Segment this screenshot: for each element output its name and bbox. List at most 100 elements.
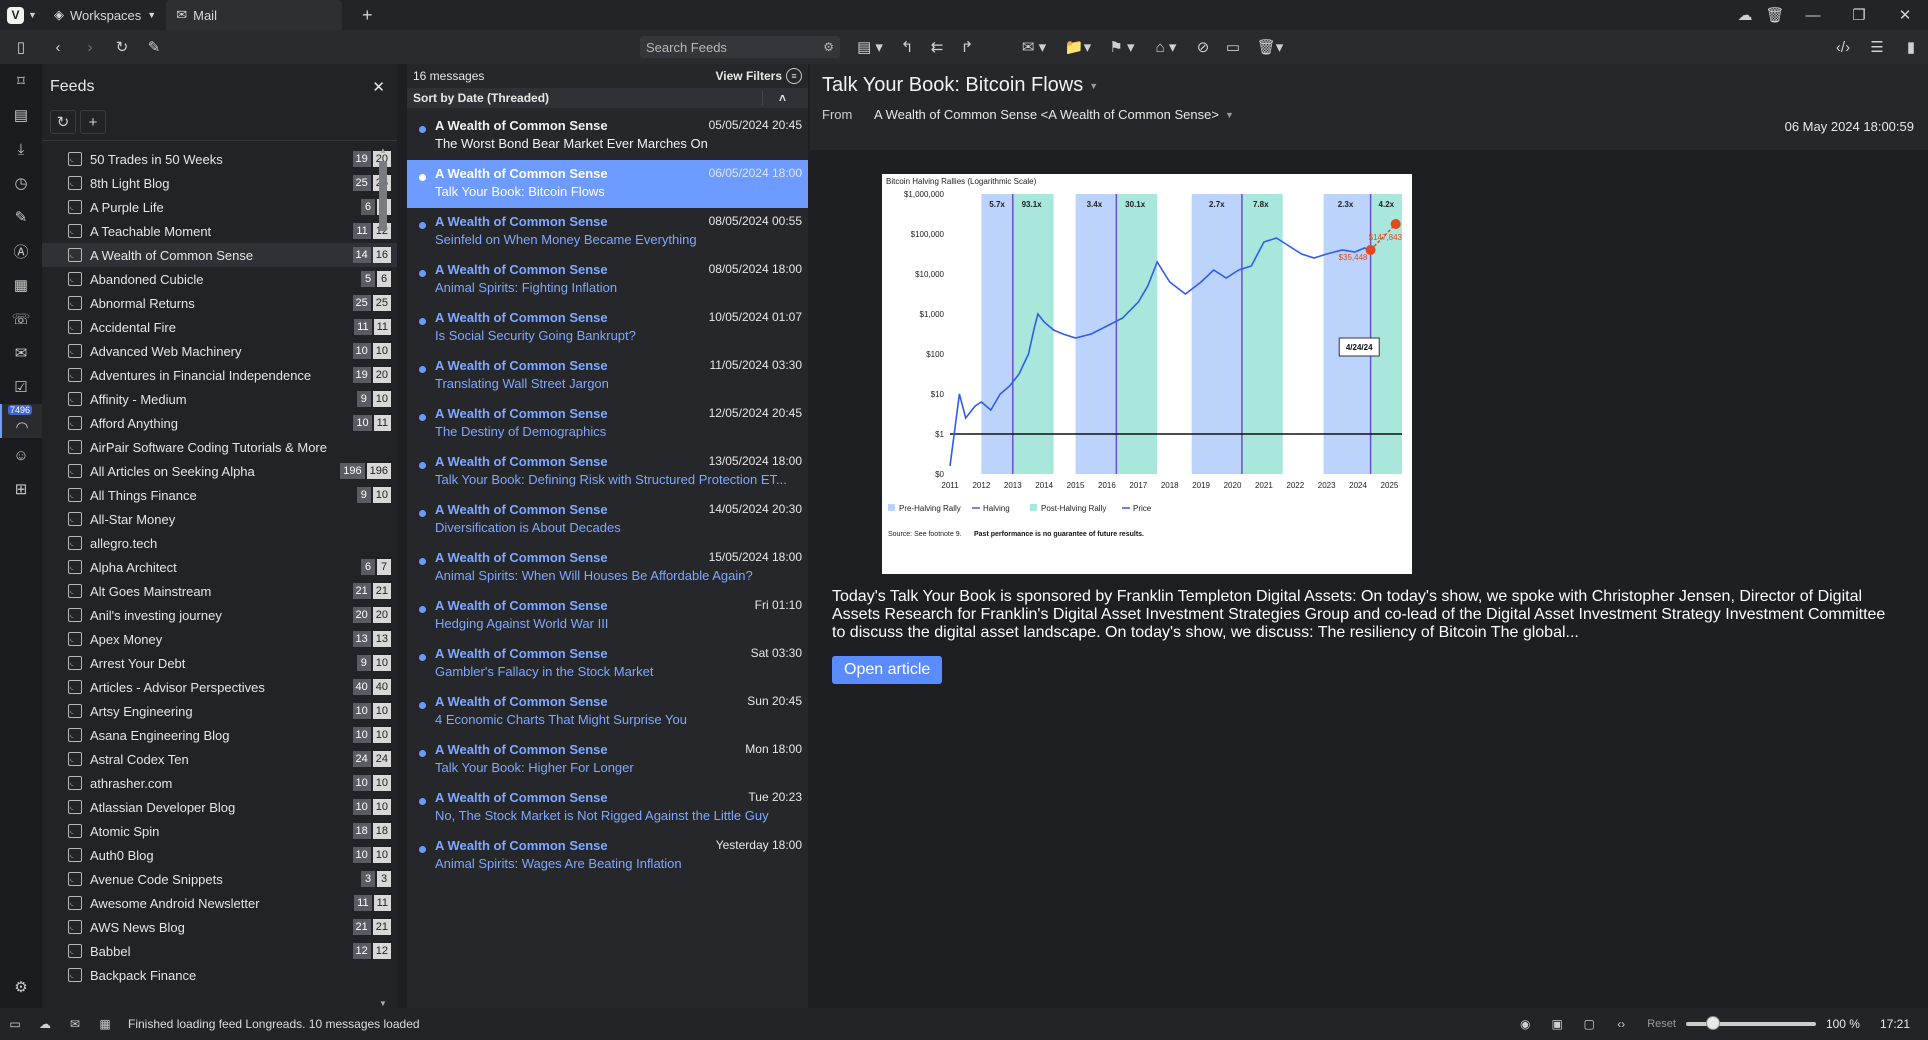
feed-item[interactable]: ◟ Atlassian Developer Blog 10 10 [42,795,397,819]
close-panel-icon[interactable]: ✕ [372,78,385,96]
sort-header[interactable]: Sort by Date (Threaded) ˄ [407,88,808,108]
zoom-slider[interactable] [1685,1016,1816,1030]
message-title-row[interactable]: Talk Your Book: Bitcoin Flows ▼ [822,74,1916,97]
page-actions-icon[interactable]: ‹› [1605,1017,1637,1031]
vivaldi-menu-button[interactable]: V ▼ [0,0,44,30]
move-folder-button[interactable]: 📁▾ [1056,38,1100,56]
bookmarks-icon[interactable]: ⌑ [0,64,42,98]
junk-button[interactable]: ⊘ [1188,38,1218,56]
feed-item[interactable]: ◟ Backpack Finance [42,963,397,987]
feed-item[interactable]: ◟ Anil's investing journey 20 20 [42,603,397,627]
compose-button[interactable]: ✎ [138,38,170,56]
add-panel-icon[interactable]: ⊞ [0,472,42,506]
message-row[interactable]: A Wealth of Common Sense 4 Economic Char… [407,688,808,736]
feed-item[interactable]: ◟ Avenue Code Snippets 33 [42,867,397,891]
mark-read-button[interactable]: ✉ ▾ [1012,38,1056,56]
layout-menu-button[interactable]: ▤ ▾ [848,38,892,56]
sync-cloud-icon[interactable]: ☁ [30,1017,60,1031]
trash-icon[interactable]: 🗑 [1760,6,1790,24]
downloads-icon[interactable]: ⤓ [0,132,42,166]
panel-toggle-icon[interactable]: ▯ [0,38,42,56]
feed-item[interactable]: ◟ All Things Finance 9 10 [42,483,397,507]
workspaces-button[interactable]: ◈ Workspaces ▼ [44,0,166,30]
message-row[interactable]: A Wealth of Common Sense Seinfeld on Whe… [407,208,808,256]
feed-item[interactable]: ◟ AirPair Software Coding Tutorials & Mo… [42,435,397,459]
message-row[interactable]: A Wealth of Common Sense Talk Your Book:… [407,160,808,208]
reply-all-button[interactable]: ⇇ [922,38,952,56]
reader-layout-icon[interactable]: ▮ [1894,38,1928,56]
feed-item[interactable]: ◟ Alt Goes Mainstream 21 21 [42,579,397,603]
reply-button[interactable]: ↰ [892,38,922,56]
reload-button[interactable]: ↻ [106,38,138,56]
refresh-feeds-button[interactable]: ↻ [50,110,76,134]
feed-item[interactable]: ◟ A Teachable Moment 11 12 [42,219,397,243]
feed-item[interactable]: ◟ Atomic Spin 18 18 [42,819,397,843]
feed-item[interactable]: ◟ Babbel 12 12 [42,939,397,963]
contacts-icon[interactable]: ☺ [0,438,42,472]
message-row[interactable]: A Wealth of Common Sense Gambler's Falla… [407,640,808,688]
feed-item[interactable]: ◟ A Purple Life 66 [42,195,397,219]
message-row[interactable]: A Wealth of Common Sense Hedging Against… [407,592,808,640]
minimize-button[interactable]: — [1790,7,1836,24]
label-button[interactable]: ⌂ ▾ [1144,38,1188,56]
view-filters-button[interactable]: View Filters ≡ [716,68,802,84]
calendar-icon[interactable]: ▦ [0,268,42,302]
feed-item[interactable]: ◟ 8th Light Blog 2526 [42,171,397,195]
zoom-slider-thumb[interactable] [1705,1016,1720,1030]
feed-item[interactable]: ◟ Awesome Android Newsletter 11 11 [42,891,397,915]
scroll-thumb[interactable] [379,161,387,231]
view-source-icon[interactable]: ‹/› [1826,39,1860,56]
forward-button[interactable]: › [74,39,106,56]
feed-item[interactable]: ◟ Affinity - Medium 9 10 [42,387,397,411]
feed-item[interactable]: ◟ Afford Anything 10 11 [42,411,397,435]
archive-button[interactable]: ▭ [1218,38,1248,56]
feed-item[interactable]: ◟ All Articles on Seeking Alpha 196 196 [42,459,397,483]
feed-item[interactable]: ◟ Auth0 Blog 10 10 [42,843,397,867]
feed-item[interactable]: ◟ AWS News Blog 21 21 [42,915,397,939]
from-address[interactable]: A Wealth of Common Sense <A Wealth of Co… [874,107,1234,122]
panel-toggle-icon[interactable]: ▭ [0,1017,30,1031]
zoom-reset-button[interactable]: Reset [1647,1018,1676,1030]
feed-item[interactable]: ◟ Astral Codex Ten 24 24 [42,747,397,771]
new-tab-button[interactable]: + [352,0,382,30]
message-row[interactable]: A Wealth of Common Sense No, The Stock M… [407,784,808,832]
tasks-icon[interactable]: ☑ [0,370,42,404]
mail-status-icon[interactable]: ✉ [60,1017,90,1031]
message-row[interactable]: A Wealth of Common Sense Talk Your Book:… [407,736,808,784]
message-row[interactable]: A Wealth of Common Sense Translating Wal… [407,352,808,400]
feed-item[interactable]: ◟ athrasher.com 10 10 [42,771,397,795]
search-feeds-field[interactable]: Search Feeds ⚙ [640,36,840,58]
feed-item[interactable]: ◟ 50 Trades in 50 Weeks 19 20 [42,147,397,171]
message-row[interactable]: A Wealth of Common Sense Animal Spirits:… [407,256,808,304]
feed-item[interactable]: ◟ Accidental Fire 11 11 [42,315,397,339]
delete-button[interactable]: 🗑▾ [1248,38,1292,56]
notes-icon[interactable]: ✎ [0,200,42,234]
sync-cloud-icon[interactable]: ☁ [1730,6,1760,24]
history-icon[interactable]: ◷ [0,166,42,200]
search-feeds-input[interactable]: Search Feeds [646,40,727,55]
feed-item[interactable]: ◟ Alpha Architect 67 [42,555,397,579]
capture-icon[interactable]: ◉ [1509,1017,1541,1031]
add-feed-button[interactable]: + [80,110,106,134]
feeds-scrollbar[interactable]: ▲ ▼ [377,146,389,1008]
mail-panel-icon[interactable]: ✉ [0,336,42,370]
feed-item[interactable]: ◟ A Wealth of Common Sense 14 16 [42,243,397,267]
feed-item[interactable]: ◟ Advanced Web Machinery 10 10 [42,339,397,363]
feed-item[interactable]: ◟ Articles - Advisor Perspectives 40 40 [42,675,397,699]
feed-item[interactable]: ◟ Apex Money 13 13 [42,627,397,651]
scroll-down-arrow[interactable]: ▼ [377,999,389,1008]
flag-button[interactable]: ⚑ ▾ [1100,38,1144,56]
feed-item[interactable]: ◟ Artsy Engineering 10 10 [42,699,397,723]
page-tiling-icon[interactable]: ▢ [1573,1017,1605,1031]
message-row[interactable]: A Wealth of Common Sense The Worst Bond … [407,112,808,160]
feed-item[interactable]: ◟ Abandoned Cubicle 56 [42,267,397,291]
feed-item[interactable]: ◟ Asana Engineering Blog 10 10 [42,723,397,747]
feed-item[interactable]: ◟ Abnormal Returns 25 25 [42,291,397,315]
feed-item[interactable]: ◟ All-Star Money [42,507,397,531]
close-window-button[interactable]: ✕ [1882,6,1928,24]
forward-message-button[interactable]: ↱ [952,38,982,56]
back-button[interactable]: ‹ [42,39,74,56]
message-row[interactable]: A Wealth of Common Sense The Destiny of … [407,400,808,448]
raw-view-icon[interactable]: ☰ [1860,38,1894,56]
chat-icon[interactable]: ☏ [0,302,42,336]
